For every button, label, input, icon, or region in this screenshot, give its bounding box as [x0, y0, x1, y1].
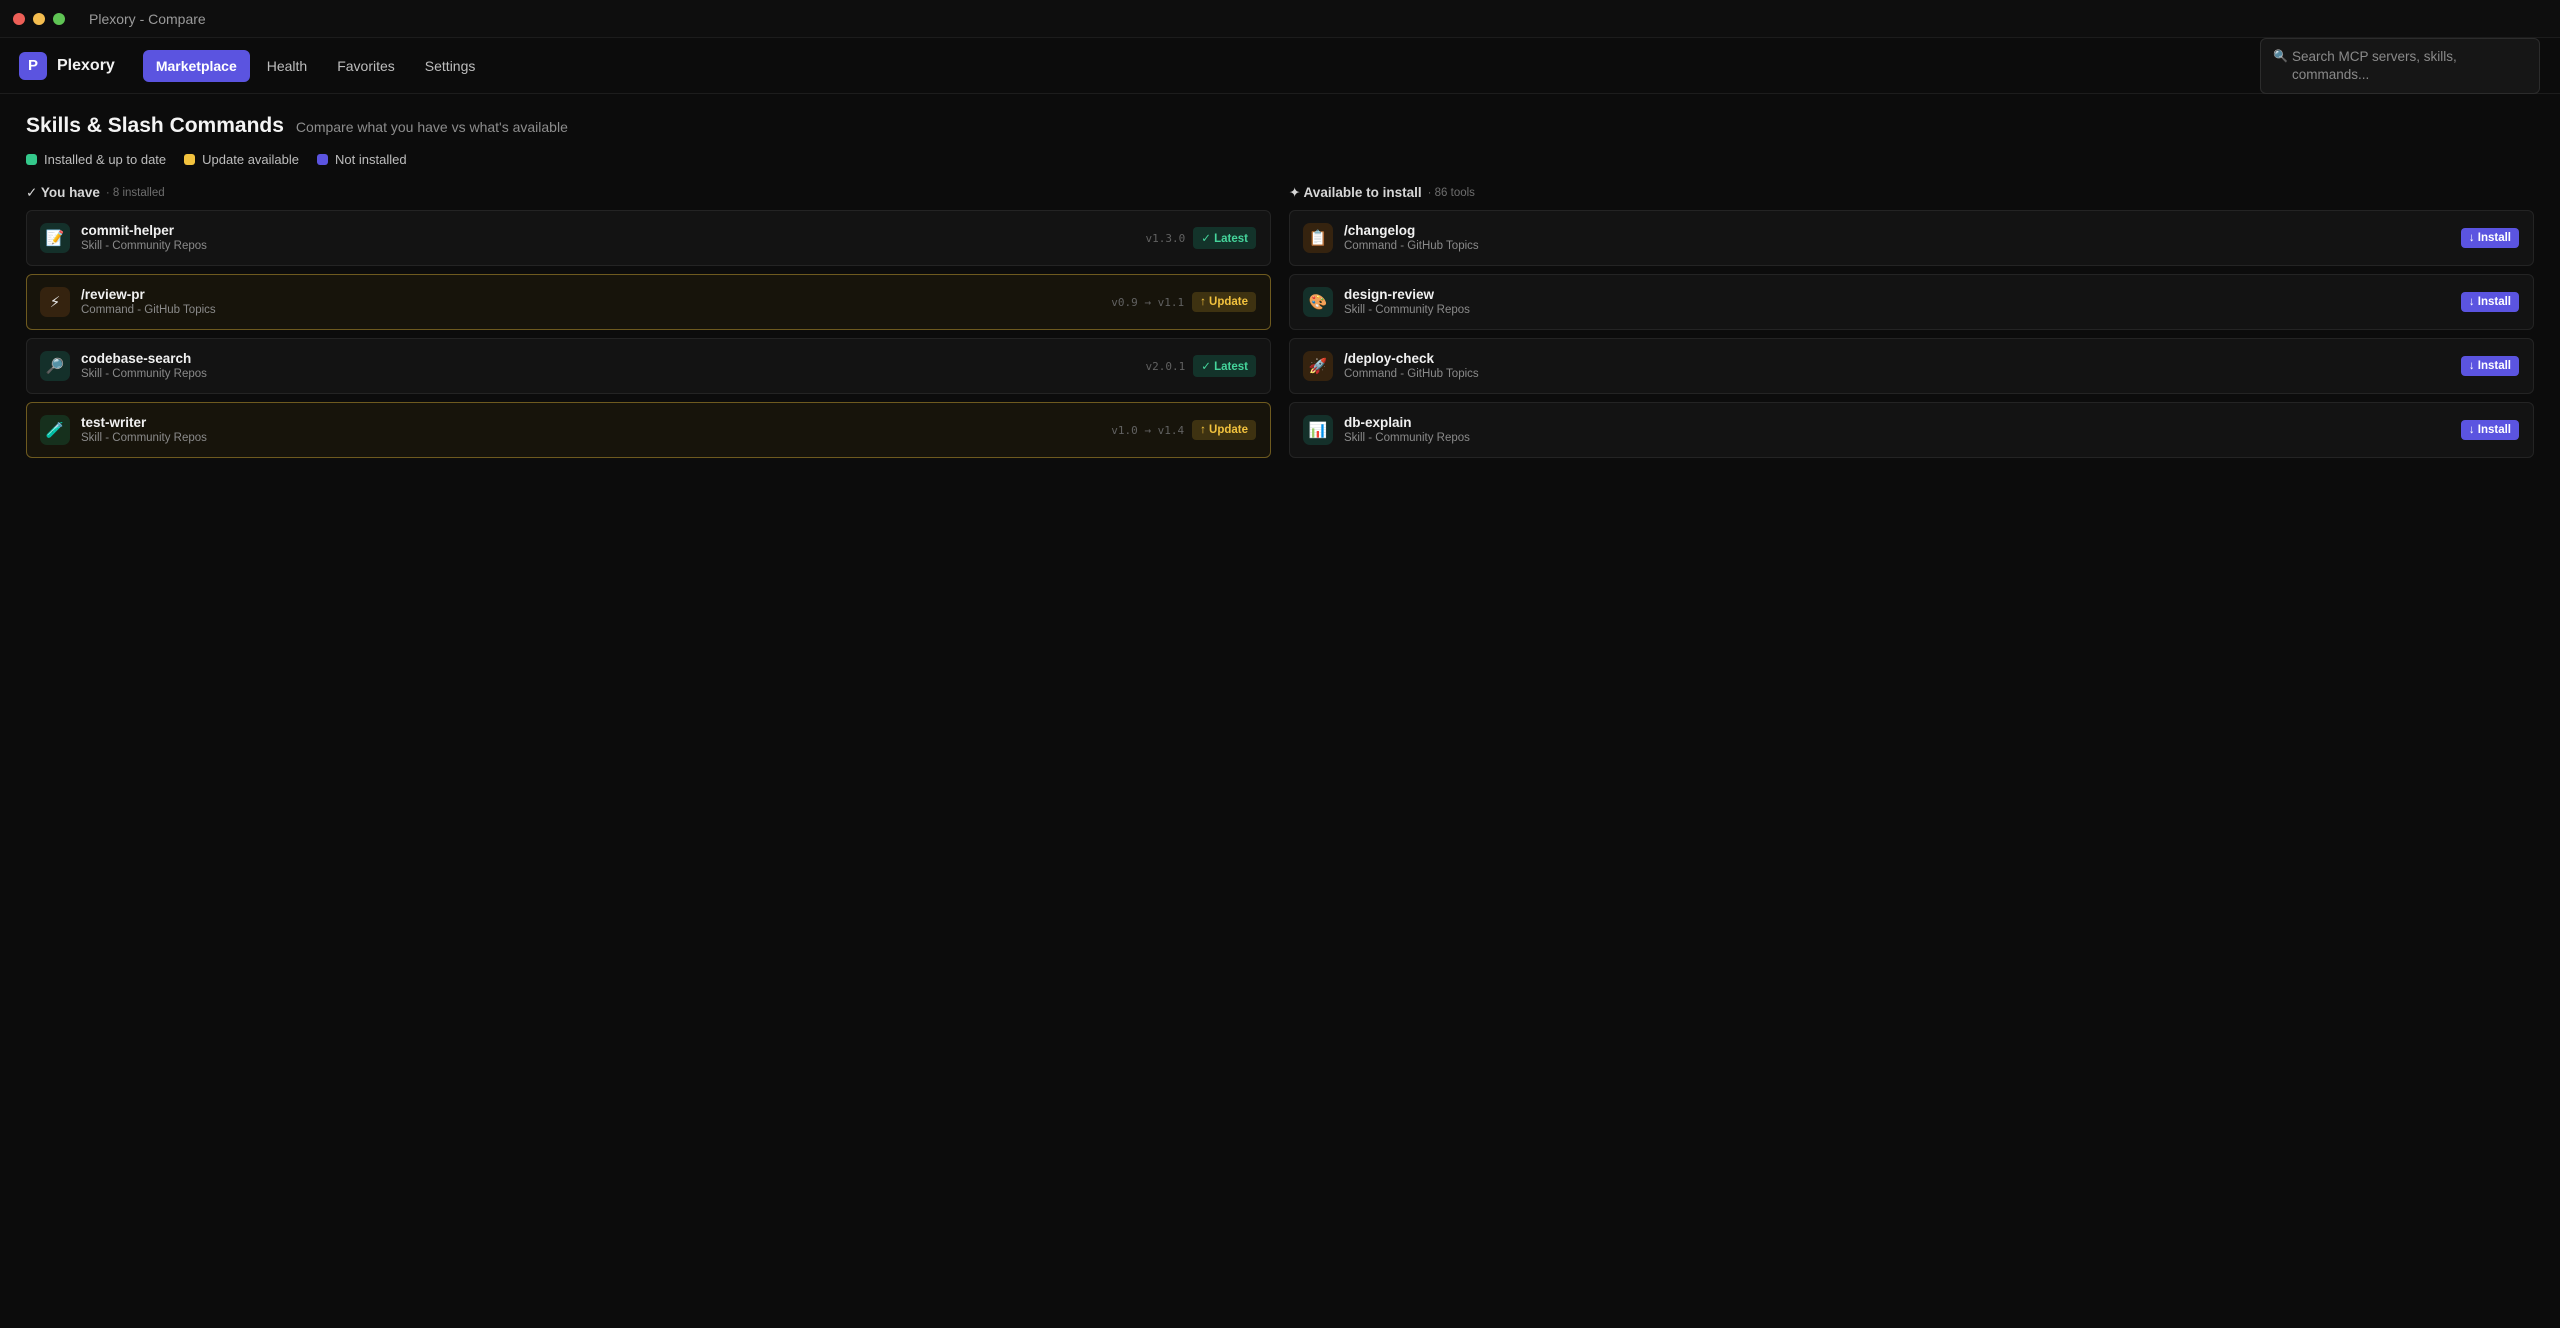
latest-badge: ✓ Latest — [1193, 227, 1256, 249]
card-name: db-explain — [1344, 415, 1412, 430]
installed-card-codebase-search[interactable]: 🔎 codebase-search Skill - Community Repo… — [26, 338, 1271, 394]
tab-marketplace[interactable]: Marketplace — [142, 49, 250, 82]
nav-tabs: Marketplace Health Favorites Settings — [142, 49, 489, 82]
search-box[interactable]: 🔍 — [2260, 38, 2540, 94]
card-version: v0.9 → v1.1 — [1111, 295, 1185, 309]
installed-card-test-writer[interactable]: 🧪 test-writer Skill - Community Repos v1… — [26, 402, 1271, 458]
card-name: /deploy-check — [1344, 351, 1435, 366]
status-legend: Installed & up to date Update available … — [0, 138, 2560, 167]
brand-logo-icon: P — [19, 51, 47, 80]
install-button[interactable]: ↓ Install — [2460, 420, 2519, 440]
close-window-button[interactable] — [13, 12, 25, 25]
legend-item-update: Update available — [184, 152, 299, 167]
legend-dot-installed — [26, 154, 37, 165]
compare-columns: ✓ You have · 8 installed 📝 commit-helper… — [0, 167, 2560, 466]
card-meta: Command - GitHub Topics — [81, 304, 216, 316]
card-meta: Skill - Community Repos — [81, 240, 207, 252]
tab-settings[interactable]: Settings — [412, 50, 489, 82]
install-button[interactable]: ↓ Install — [2460, 356, 2519, 376]
minimize-window-button[interactable] — [33, 12, 45, 25]
installed-column-title: ✓ You have — [26, 185, 100, 200]
brand[interactable]: P Plexory — [19, 51, 115, 80]
tab-health[interactable]: Health — [254, 50, 320, 82]
card-version: v1.0 → v1.4 — [1111, 423, 1185, 437]
rocket-icon: 🚀 — [1303, 351, 1333, 381]
window-titlebar: Plexory - Compare — [0, 0, 2560, 38]
brand-name: Plexory — [57, 56, 115, 74]
search-input[interactable] — [2291, 48, 2527, 86]
available-card-db-explain[interactable]: 📊 db-explain Skill - Community Repos ↓ I… — [1289, 402, 2534, 458]
legend-dot-not-installed — [317, 154, 329, 165]
card-version: v1.3.0 — [1145, 231, 1186, 245]
top-navbar: P Plexory Marketplace Health Favorites S… — [0, 38, 2560, 94]
palette-icon: 🎨 — [1303, 287, 1333, 317]
available-card-design-review[interactable]: 🎨 design-review Skill - Community Repos … — [1289, 274, 2534, 330]
window-controls — [13, 12, 65, 25]
installed-count: · 8 installed — [105, 187, 165, 199]
installed-card-review-pr[interactable]: ⚡ /review-pr Command - GitHub Topics v0.… — [26, 274, 1271, 330]
test-tube-icon: 🧪 — [40, 415, 70, 445]
page-subtitle: Compare what you have vs what's availabl… — [295, 119, 568, 135]
card-meta: Skill - Community Repos — [1344, 304, 1470, 316]
legend-item-not-installed: Not installed — [317, 152, 407, 167]
card-name: codebase-search — [81, 351, 192, 366]
lightning-icon: ⚡ — [40, 287, 70, 317]
update-button[interactable]: ↑ Update — [1192, 292, 1256, 312]
install-button[interactable]: ↓ Install — [2460, 228, 2519, 248]
card-name: /changelog — [1344, 223, 1416, 238]
card-name: /review-pr — [81, 287, 145, 302]
available-card-deploy-check[interactable]: 🚀 /deploy-check Command - GitHub Topics … — [1289, 338, 2534, 394]
page-title: Skills & Slash Commands — [26, 114, 284, 137]
available-column-header: ✦ Available to install · 86 tools — [1289, 185, 2534, 201]
card-meta: Skill - Community Repos — [81, 368, 207, 380]
tab-favorites[interactable]: Favorites — [324, 50, 408, 82]
legend-label: Update available — [202, 152, 300, 167]
maximize-window-button[interactable] — [53, 12, 65, 25]
card-name: commit-helper — [81, 223, 175, 238]
available-column-title: ✦ Available to install — [1289, 185, 1422, 200]
clipboard-icon: 📋 — [1303, 223, 1333, 253]
search-icon: 🔍 — [2273, 49, 2288, 63]
card-name: test-writer — [81, 415, 147, 430]
card-meta: Skill - Community Repos — [81, 432, 207, 444]
legend-item-installed: Installed & up to date — [26, 152, 166, 167]
available-count: · 86 tools — [1427, 187, 1475, 199]
page-header: Skills & Slash Commands Compare what you… — [0, 94, 2560, 138]
available-card-changelog[interactable]: 📋 /changelog Command - GitHub Topics ↓ I… — [1289, 210, 2534, 266]
legend-label: Installed & up to date — [44, 152, 167, 167]
available-column: ✦ Available to install · 86 tools 📋 /cha… — [1289, 185, 2534, 466]
card-meta: Skill - Community Repos — [1344, 432, 1470, 444]
magnifier-icon: 🔎 — [40, 351, 70, 381]
window-title: Plexory - Compare — [89, 10, 206, 27]
bar-chart-icon: 📊 — [1303, 415, 1333, 445]
legend-dot-update — [184, 154, 196, 165]
memo-icon: 📝 — [40, 223, 70, 253]
installed-column: ✓ You have · 8 installed 📝 commit-helper… — [26, 185, 1271, 466]
card-meta: Command - GitHub Topics — [1344, 368, 1479, 380]
install-button[interactable]: ↓ Install — [2460, 292, 2519, 312]
latest-badge: ✓ Latest — [1193, 355, 1256, 377]
update-button[interactable]: ↑ Update — [1192, 420, 1256, 440]
card-name: design-review — [1344, 287, 1435, 302]
card-meta: Command - GitHub Topics — [1344, 240, 1479, 252]
card-version: v2.0.1 — [1145, 359, 1186, 373]
installed-card-commit-helper[interactable]: 📝 commit-helper Skill - Community Repos … — [26, 210, 1271, 266]
installed-column-header: ✓ You have · 8 installed — [26, 185, 1271, 201]
legend-label: Not installed — [335, 152, 407, 167]
